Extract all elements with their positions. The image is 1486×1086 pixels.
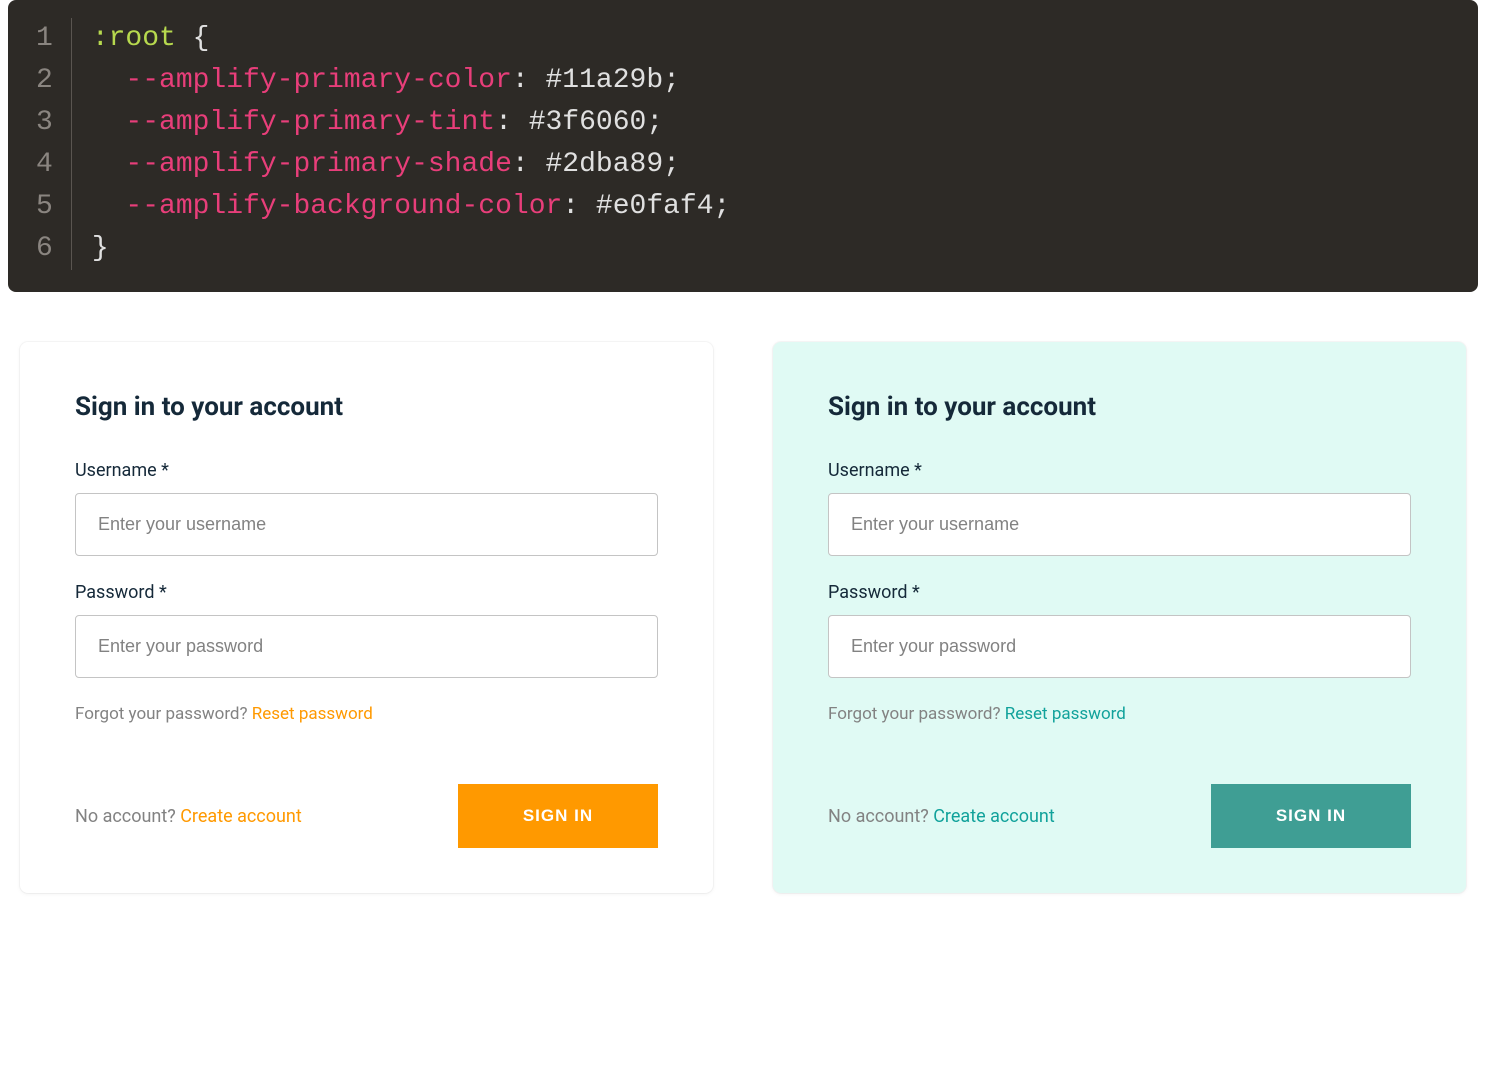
username-input[interactable] [75,493,658,556]
no-account-text-wrap: No account? Create account [828,806,1055,827]
no-account-text-wrap: No account? Create account [75,806,302,827]
signin-card-default: Sign in to your account Username * Passw… [20,342,713,893]
code-line: --amplify-primary-color: #11a29b; [92,60,731,102]
line-number: 1 [36,18,53,60]
forgot-password-hint: Forgot your password? Reset password [75,704,658,724]
code-line: :root { [92,18,731,60]
line-number: 4 [36,144,53,186]
username-input[interactable] [828,493,1411,556]
create-account-link[interactable]: Create account [933,806,1055,827]
css-value: #2dba89 [546,149,664,180]
code-block: 1 2 3 4 5 6 :root { --amplify-primary-co… [8,0,1478,292]
signin-title: Sign in to your account [828,392,1411,422]
forgot-password-text: Forgot your password? [828,704,1005,724]
reset-password-link[interactable]: Reset password [1005,704,1126,724]
signin-footer: No account? Create account SIGN IN [75,784,658,848]
password-label: Password * [75,582,658,603]
close-brace: } [92,233,109,264]
line-number-gutter: 1 2 3 4 5 6 [8,18,72,270]
create-account-link[interactable]: Create account [180,806,302,827]
code-line: --amplify-primary-shade: #2dba89; [92,144,731,186]
signin-title: Sign in to your account [75,392,658,422]
signin-cards-row: Sign in to your account Username * Passw… [0,342,1486,893]
forgot-password-hint: Forgot your password? Reset password [828,704,1411,724]
css-value: #e0faf4 [596,191,714,222]
css-selector: :root [92,23,176,54]
css-property: --amplify-background-color [125,191,562,222]
code-line: --amplify-primary-tint: #3f6060; [92,102,731,144]
signin-button[interactable]: SIGN IN [1211,784,1411,848]
no-account-text: No account? [828,806,933,827]
line-number: 6 [36,228,53,270]
password-label: Password * [828,582,1411,603]
username-label: Username * [828,460,1411,481]
signin-card-themed: Sign in to your account Username * Passw… [773,342,1466,893]
code-content: :root { --amplify-primary-color: #11a29b… [72,18,751,270]
code-line: --amplify-background-color: #e0faf4; [92,186,731,228]
code-line: } [92,228,731,270]
css-property: --amplify-primary-shade [125,149,511,180]
username-label: Username * [75,460,658,481]
line-number: 2 [36,60,53,102]
css-property: --amplify-primary-tint [125,107,495,138]
signin-button[interactable]: SIGN IN [458,784,658,848]
css-value: #3f6060 [529,107,647,138]
line-number: 3 [36,102,53,144]
password-input[interactable] [828,615,1411,678]
no-account-text: No account? [75,806,180,827]
signin-footer: No account? Create account SIGN IN [828,784,1411,848]
css-value: #11a29b [546,65,664,96]
open-brace: { [176,23,210,54]
css-property: --amplify-primary-color [125,65,511,96]
reset-password-link[interactable]: Reset password [252,704,373,724]
password-input[interactable] [75,615,658,678]
forgot-password-text: Forgot your password? [75,704,252,724]
line-number: 5 [36,186,53,228]
